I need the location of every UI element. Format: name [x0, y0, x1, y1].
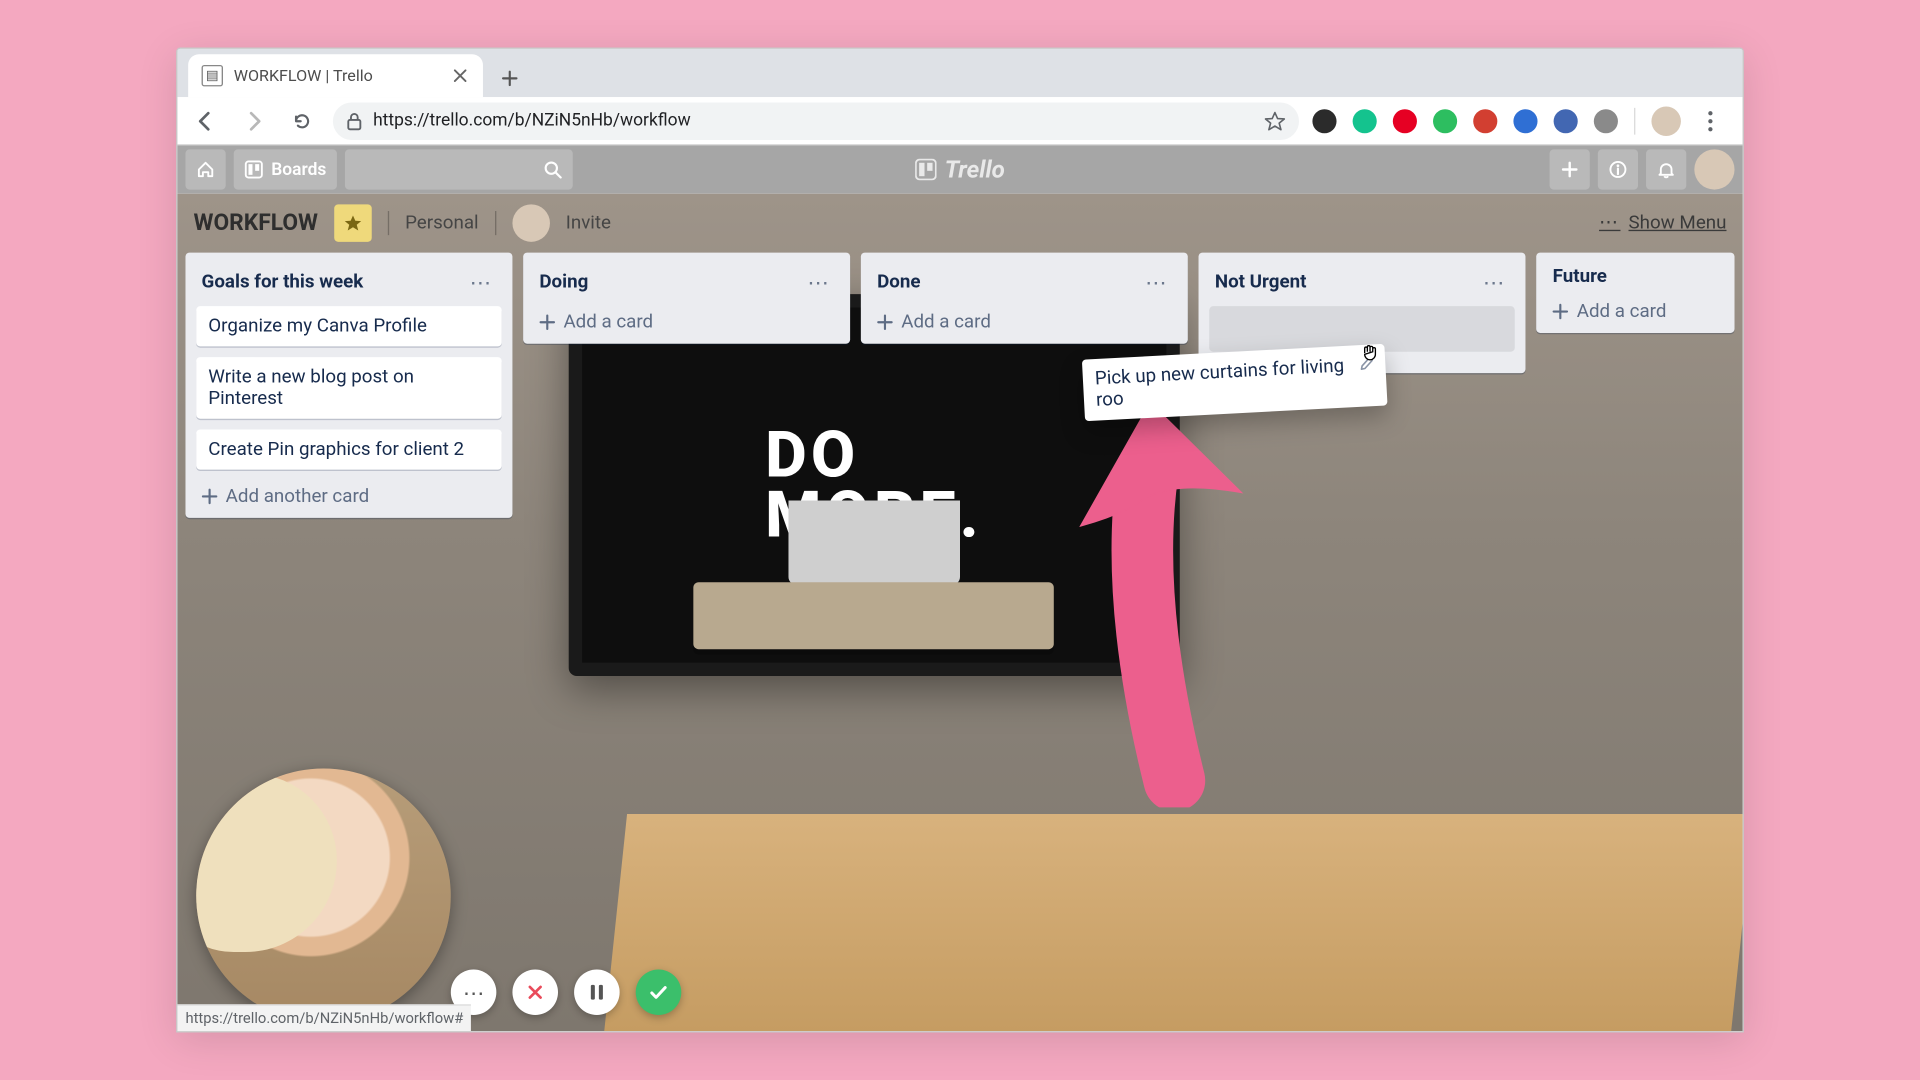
header-search[interactable] [345, 149, 573, 189]
ext-facebook[interactable] [1554, 109, 1578, 133]
list-title[interactable]: Doing [539, 271, 588, 292]
list-title[interactable]: Done [877, 271, 920, 292]
presenter-webcam[interactable] [196, 768, 451, 1023]
divider [1634, 107, 1635, 134]
board-title[interactable]: WORKFLOW [194, 210, 318, 237]
rec-done-button[interactable] [636, 969, 682, 1015]
plus-icon [1553, 303, 1569, 319]
plus-icon [202, 488, 218, 504]
add-card-button[interactable]: Add a card [872, 306, 1178, 333]
ext-pen[interactable] [1513, 109, 1537, 133]
ext-pinterest[interactable] [1393, 109, 1417, 133]
browser-tab-active[interactable]: ▤ WORKFLOW | Trello [188, 54, 483, 97]
new-tab-button[interactable] [491, 60, 529, 98]
bookmark-star-icon[interactable] [1264, 110, 1285, 131]
trello-global-header: Boards Trello [177, 145, 1742, 193]
list-future: Future Add a card [1537, 253, 1735, 333]
trello-logo-text: Trello [945, 155, 1005, 183]
ext-target[interactable] [1594, 109, 1618, 133]
rec-pause-button[interactable] [574, 969, 620, 1015]
notifications-button[interactable] [1646, 149, 1686, 189]
ext-red[interactable] [1473, 109, 1497, 133]
list-menu-icon[interactable]: ⋯ [1140, 266, 1172, 298]
lists-row: Goals for this week ⋯ Organize my Canva … [177, 253, 1742, 518]
back-button[interactable] [188, 103, 223, 138]
browser-window: ▤ WORKFLOW | Trello https://trello.com/b… [176, 48, 1744, 1033]
show-menu-button[interactable]: ⋯ Show Menu [1599, 212, 1726, 233]
list-title[interactable]: Not Urgent [1215, 271, 1307, 292]
rec-cancel-button[interactable] [512, 969, 558, 1015]
card[interactable]: Create Pin graphics for client 2 [196, 429, 502, 469]
plus-icon [539, 314, 555, 330]
chrome-menu-icon[interactable] [1697, 107, 1724, 134]
list-doing: Doing ⋯ Add a card [523, 253, 850, 344]
home-button[interactable] [185, 149, 225, 189]
boards-button[interactable]: Boards [234, 149, 337, 189]
board-visibility[interactable]: Personal [405, 212, 479, 233]
boards-label: Boards [271, 159, 326, 179]
list-done: Done ⋯ Add a card [861, 253, 1188, 344]
chrome-profile-avatar[interactable] [1651, 106, 1680, 135]
reload-button[interactable] [285, 103, 320, 138]
list-menu-icon[interactable]: ⋯ [464, 266, 496, 298]
forward-button[interactable] [236, 103, 271, 138]
url-text: https://trello.com/b/NZiN5nHb/workflow [373, 111, 1253, 131]
list-menu-icon[interactable]: ⋯ [1478, 266, 1510, 298]
invite-button[interactable]: Invite [566, 212, 611, 233]
lock-icon [346, 111, 362, 130]
star-board-button[interactable] [334, 204, 372, 242]
card[interactable]: Organize my Canva Profile [196, 306, 502, 346]
trello-favicon-icon: ▤ [202, 65, 223, 86]
tab-strip: ▤ WORKFLOW | Trello [177, 49, 1742, 97]
tab-title: WORKFLOW | Trello [234, 66, 440, 85]
address-bar[interactable]: https://trello.com/b/NZiN5nHb/workflow [333, 102, 1299, 140]
divider [495, 211, 496, 235]
ext-evernote[interactable] [1433, 109, 1457, 133]
extensions-row [1312, 106, 1731, 135]
browser-status-bar: https://trello.com/b/NZiN5nHb/workflow# [177, 1004, 471, 1031]
info-button[interactable] [1598, 149, 1638, 189]
add-card-button[interactable]: Add a card [534, 306, 840, 333]
list-title[interactable]: Future [1553, 266, 1607, 287]
status-url: https://trello.com/b/NZiN5nHb/workflow# [185, 1010, 463, 1027]
board-area: DO MORE. WORKFLOW Personal Invite [177, 194, 1742, 1032]
close-tab-icon[interactable] [451, 66, 470, 85]
ext-dark[interactable] [1312, 109, 1336, 133]
list-title[interactable]: Goals for this week [202, 271, 364, 292]
list-goals-for-this-week: Goals for this week ⋯ Organize my Canva … [185, 253, 512, 518]
divider [388, 211, 389, 235]
grab-cursor-icon [1359, 341, 1383, 365]
browser-toolbar: https://trello.com/b/NZiN5nHb/workflow [177, 97, 1742, 145]
create-button[interactable] [1550, 149, 1590, 189]
trello-logo[interactable]: Trello [915, 155, 1005, 183]
add-card-button[interactable]: Add a card [1547, 295, 1724, 322]
board-header: WORKFLOW Personal Invite ⋯ Show Menu [177, 194, 1742, 253]
list-menu-icon[interactable]: ⋯ [802, 266, 834, 298]
board-member-avatar[interactable] [512, 204, 550, 242]
add-card-button[interactable]: Add another card [196, 480, 502, 507]
card[interactable]: Write a new blog post on Pinterest [196, 357, 502, 419]
recording-controls: ⋯ [451, 969, 681, 1015]
user-avatar[interactable] [1694, 149, 1734, 189]
ext-grammarly[interactable] [1353, 109, 1377, 133]
plus-icon [877, 314, 893, 330]
